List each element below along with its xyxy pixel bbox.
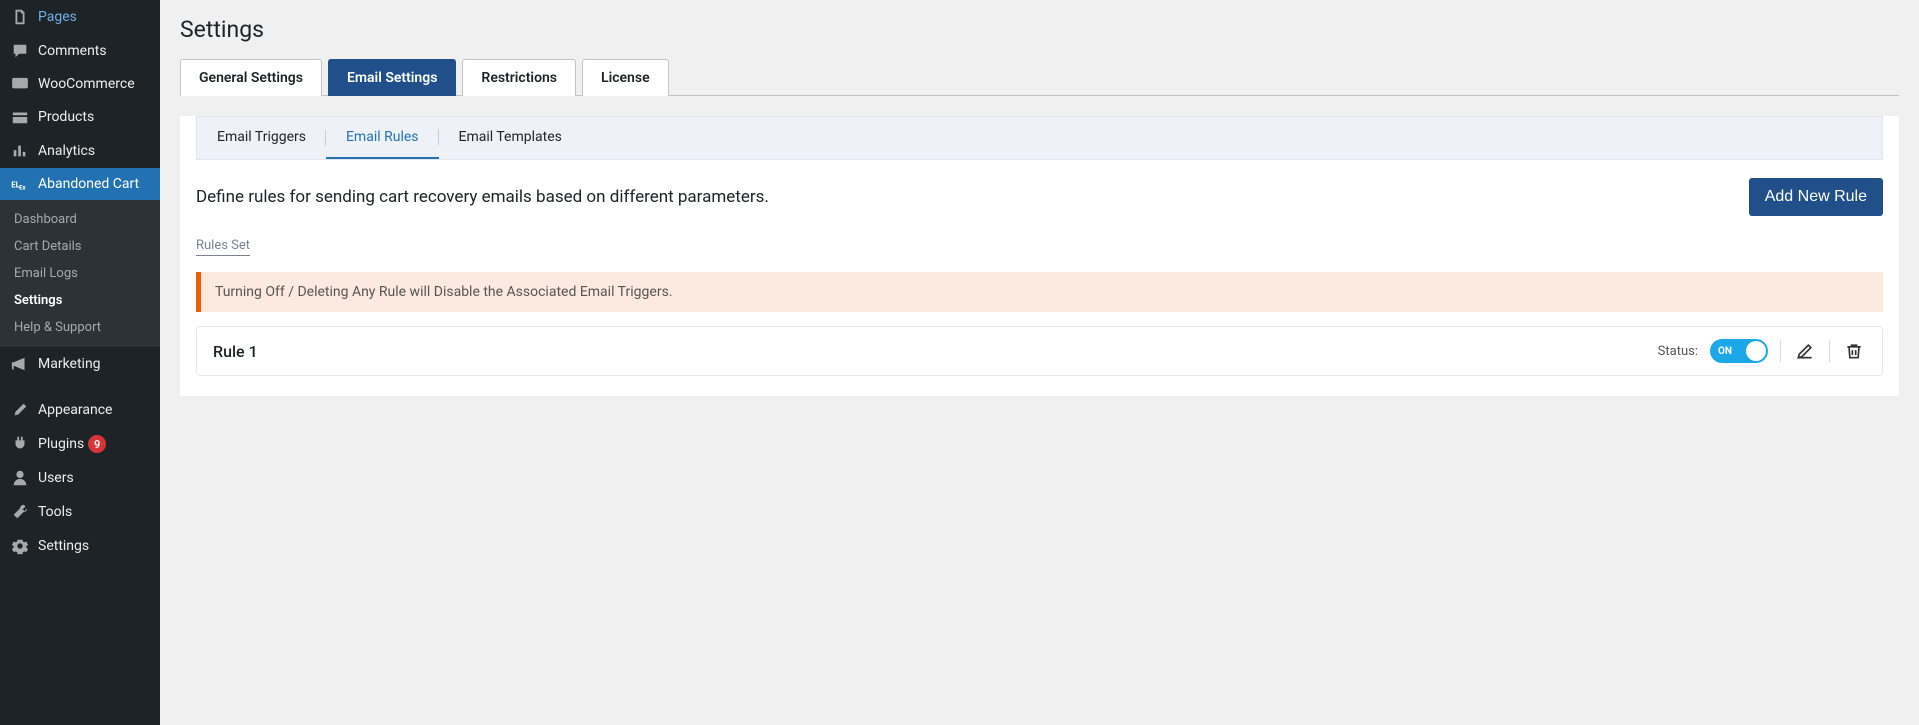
trash-icon [1844, 341, 1864, 361]
tab-restrictions[interactable]: Restrictions [462, 59, 576, 96]
tabs-nav: General Settings Email Settings Restrict… [180, 59, 1899, 96]
sidebar-item-appearance[interactable]: Appearance [0, 393, 160, 427]
submenu-item-help-support[interactable]: Help & Support [0, 314, 160, 341]
warning-banner: Turning Off / Deleting Any Rule will Dis… [196, 272, 1883, 312]
woocommerce-icon [10, 77, 30, 91]
sidebar-item-label: Users [38, 470, 74, 486]
subtab-email-triggers[interactable]: Email Triggers [197, 117, 326, 159]
tab-license[interactable]: License [582, 59, 669, 96]
tools-icon [10, 503, 30, 521]
toggle-knob [1746, 341, 1766, 361]
users-icon [10, 469, 30, 487]
pages-icon [10, 8, 30, 26]
settings-icon [10, 537, 30, 555]
settings-panel: Email Triggers Email Rules Email Templat… [180, 116, 1899, 396]
appearance-icon [10, 401, 30, 419]
sidebar-item-label: Settings [38, 538, 89, 554]
submenu-item-label: Email Logs [14, 266, 78, 281]
submenu-item-email-logs[interactable]: Email Logs [0, 260, 160, 287]
sidebar-item-label: WooCommerce [38, 76, 135, 92]
rules-set-label: Rules Set [196, 238, 250, 256]
marketing-icon [10, 355, 30, 373]
sidebar-item-users[interactable]: Users [0, 461, 160, 495]
toggle-on-text: ON [1718, 346, 1732, 357]
analytics-icon [10, 142, 30, 160]
divider [1780, 340, 1781, 362]
delete-rule-button[interactable] [1842, 339, 1866, 363]
sidebar-item-label: Plugins [38, 436, 84, 452]
section-description: Define rules for sending cart recovery e… [196, 187, 769, 207]
sidebar-item-woocommerce[interactable]: WooCommerce [0, 68, 160, 100]
tab-label: Restrictions [481, 70, 557, 86]
sidebar-item-marketing[interactable]: Marketing [0, 347, 160, 381]
rule-status-toggle[interactable]: ON [1710, 339, 1768, 363]
divider [1829, 340, 1830, 362]
edit-icon [1795, 341, 1815, 361]
sidebar-item-comments[interactable]: Comments [0, 34, 160, 68]
sidebar-item-analytics[interactable]: Analytics [0, 134, 160, 168]
sidebar-item-tools[interactable]: Tools [0, 495, 160, 529]
sidebar-submenu: Dashboard Cart Details Email Logs Settin… [0, 200, 160, 347]
plugins-icon [10, 435, 30, 453]
admin-sidebar: Pages Comments WooCommerce Products Anal… [0, 0, 160, 725]
submenu-item-label: Settings [14, 293, 62, 308]
sidebar-item-pages[interactable]: Pages [0, 0, 160, 34]
subtab-label: Email Rules [346, 129, 419, 145]
subtabs-nav: Email Triggers Email Rules Email Templat… [196, 116, 1883, 160]
edit-rule-button[interactable] [1793, 339, 1817, 363]
tab-email-settings[interactable]: Email Settings [328, 59, 456, 96]
subtab-label: Email Templates [459, 129, 562, 145]
subtab-email-templates[interactable]: Email Templates [439, 117, 582, 159]
comments-icon [10, 42, 30, 60]
sidebar-item-label: Analytics [38, 143, 95, 159]
submenu-item-label: Help & Support [14, 320, 101, 335]
sidebar-item-label: Appearance [38, 402, 112, 418]
sidebar-item-abandoned-cart[interactable]: ELEx Abandoned Cart [0, 168, 160, 200]
submenu-item-label: Cart Details [14, 239, 82, 254]
sidebar-item-settings[interactable]: Settings [0, 529, 160, 563]
products-icon [10, 108, 30, 126]
tab-general-settings[interactable]: General Settings [180, 59, 322, 96]
sidebar-item-label: Pages [38, 9, 77, 25]
add-new-rule-button[interactable]: Add New Rule [1749, 178, 1883, 216]
page-title: Settings [180, 16, 1899, 43]
rule-title: Rule 1 [213, 342, 258, 361]
abandoned-cart-icon: ELEx [10, 177, 30, 191]
submenu-item-settings[interactable]: Settings [0, 287, 160, 314]
sidebar-item-label: Comments [38, 43, 107, 59]
plugins-update-badge: 9 [88, 435, 106, 453]
main-content: Settings General Settings Email Settings… [160, 0, 1919, 725]
subtab-label: Email Triggers [217, 129, 306, 145]
tab-label: Email Settings [347, 70, 437, 86]
rule-row: Rule 1 Status: ON [196, 326, 1883, 376]
rule-actions: Status: ON [1658, 339, 1866, 363]
submenu-item-dashboard[interactable]: Dashboard [0, 206, 160, 233]
sidebar-item-label: Abandoned Cart [38, 176, 139, 192]
svg-text:Ex: Ex [19, 184, 26, 191]
subtab-email-rules[interactable]: Email Rules [326, 117, 439, 159]
sidebar-item-products[interactable]: Products [0, 100, 160, 134]
sidebar-item-label: Tools [38, 504, 72, 520]
tab-label: License [601, 70, 650, 86]
submenu-item-label: Dashboard [14, 212, 77, 227]
sidebar-item-label: Products [38, 109, 94, 125]
sidebar-item-label: Marketing [38, 356, 101, 372]
submenu-item-cart-details[interactable]: Cart Details [0, 233, 160, 260]
tab-label: General Settings [199, 70, 303, 86]
status-label: Status: [1658, 344, 1698, 359]
sidebar-item-plugins[interactable]: Plugins 9 [0, 427, 160, 461]
